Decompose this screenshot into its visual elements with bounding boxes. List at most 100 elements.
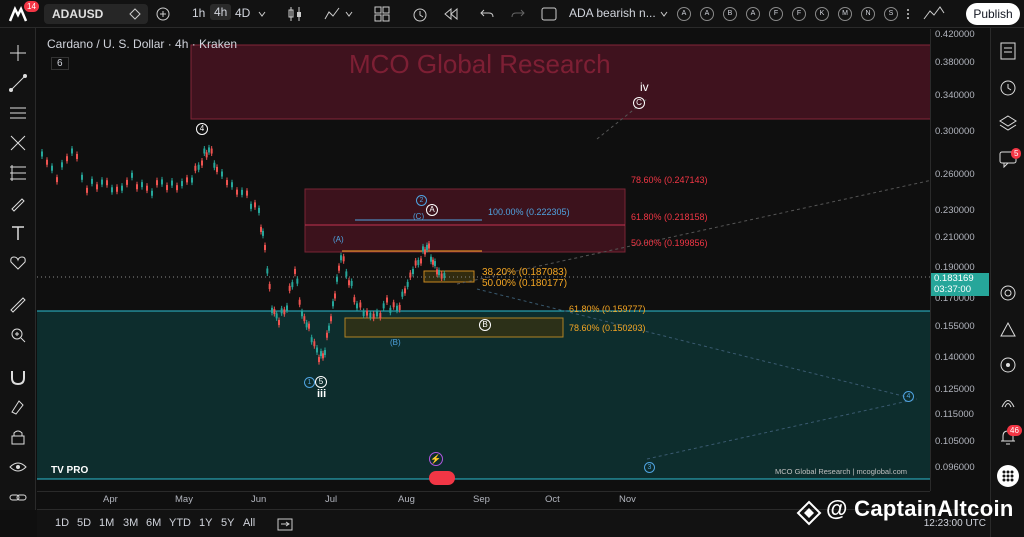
wave-pattern-icon[interactable]: [922, 3, 946, 25]
fib-tool-icon[interactable]: [9, 164, 27, 182]
compare-icon[interactable]: [128, 7, 142, 21]
trendline-icon[interactable]: [9, 74, 27, 92]
candle-body: [106, 180, 108, 186]
candle-body: [216, 166, 218, 172]
layers-icon[interactable]: [999, 114, 1017, 132]
logo-badge: 14: [24, 1, 39, 12]
candle-body: [379, 313, 382, 319]
link-icon[interactable]: [9, 488, 27, 506]
candle-body: [258, 207, 260, 213]
heart-icon[interactable]: [9, 254, 27, 272]
circle-button-s[interactable]: S: [884, 7, 898, 21]
candle-body: [250, 203, 252, 209]
chat-badge: 5: [1011, 148, 1022, 159]
candle-body: [203, 148, 206, 154]
replay-icon[interactable]: [444, 7, 458, 21]
circle-button-k[interactable]: K: [815, 7, 829, 21]
publish-button[interactable]: Publish: [966, 3, 1020, 25]
candle-body: [303, 316, 306, 322]
candle-body: [414, 260, 417, 266]
interval-4h[interactable]: 4h: [210, 4, 232, 20]
circle-button-b[interactable]: B: [723, 7, 737, 21]
crosshair-icon[interactable]: [9, 44, 27, 62]
range-6m[interactable]: 6M: [146, 517, 161, 529]
drawing-toolbar: [0, 28, 36, 510]
candle-body: [432, 259, 434, 265]
pitchfork-icon[interactable]: [9, 134, 27, 152]
target-icon[interactable]: [999, 284, 1017, 302]
fib-label: 61.80% (0.218158): [631, 212, 708, 222]
price-axis[interactable]: 0.420000 0.380000 0.340000 0.300000 0.26…: [930, 29, 990, 491]
range-ytd[interactable]: YTD: [169, 517, 191, 529]
alarm-clock-icon[interactable]: [999, 78, 1017, 96]
brush-icon[interactable]: [9, 194, 27, 212]
undo-icon[interactable]: [480, 7, 494, 21]
layouts-icon[interactable]: [374, 6, 390, 22]
circle-button-m[interactable]: M: [838, 7, 852, 21]
candle-body: [336, 276, 338, 282]
circle-button-a1[interactable]: A: [677, 7, 691, 21]
ruler-icon[interactable]: [9, 296, 27, 314]
candle-body: [298, 299, 301, 305]
range-3m[interactable]: 3M: [123, 517, 138, 529]
streams-icon[interactable]: [999, 356, 1017, 374]
ideas-icon[interactable]: [999, 320, 1017, 338]
more-icon[interactable]: [905, 8, 911, 20]
indicators-icon[interactable]: [324, 6, 340, 22]
candle-body: [404, 288, 406, 294]
range-1d[interactable]: 1D: [55, 517, 69, 529]
circle-button-f1[interactable]: F: [769, 7, 783, 21]
layout-save-icon[interactable]: [541, 6, 557, 22]
lightning-event-icon[interactable]: ⚡: [429, 452, 443, 466]
lock-drawings-icon[interactable]: [9, 398, 27, 416]
chart-canvas[interactable]: Cardano / U. S. Dollar · 4h · Kraken 6 M…: [37, 29, 930, 491]
candle-body: [126, 179, 128, 185]
wave-c-label: C: [633, 97, 645, 109]
layout-name[interactable]: ADA bearish n...: [569, 6, 656, 20]
candle-body: [440, 273, 443, 279]
circle-button-a3[interactable]: A: [746, 7, 760, 21]
candle-body: [236, 189, 238, 195]
interval-1h[interactable]: 1h: [192, 6, 205, 20]
alert-icon[interactable]: [411, 5, 429, 23]
range-1m[interactable]: 1M: [99, 517, 114, 529]
horizontal-lines-icon[interactable]: [9, 104, 27, 122]
candle-body: [389, 307, 392, 313]
chevron-down-icon[interactable]: [660, 10, 668, 18]
eye-icon[interactable]: [9, 458, 27, 476]
magnet-icon[interactable]: [9, 368, 27, 386]
text-tool-icon[interactable]: [9, 224, 27, 242]
chevron-down-icon[interactable]: [258, 10, 266, 18]
watchlist-icon[interactable]: [999, 42, 1017, 60]
candle-body: [241, 189, 243, 195]
price-tick: 0.340000: [935, 90, 975, 101]
indicator-count[interactable]: 6: [51, 57, 69, 70]
interval-4d[interactable]: 4D: [235, 6, 250, 20]
circle-button-n[interactable]: N: [861, 7, 875, 21]
range-1y[interactable]: 1Y: [199, 517, 212, 529]
candle-body: [254, 202, 256, 208]
apps-menu-icon[interactable]: [996, 464, 1020, 488]
wave-4-blue-label: 4: [903, 391, 914, 402]
candles-icon[interactable]: [288, 6, 302, 22]
redo-icon[interactable]: [511, 7, 525, 21]
signal-icon[interactable]: [999, 392, 1017, 410]
time-tick: May: [175, 494, 193, 505]
zoom-in-icon[interactable]: [9, 326, 27, 344]
price-tick: 0.115000: [935, 409, 974, 420]
circle-button-f2[interactable]: F: [792, 7, 806, 21]
range-5y[interactable]: 5Y: [221, 517, 234, 529]
lock-icon[interactable]: [9, 428, 27, 446]
chart-svg[interactable]: [37, 29, 930, 491]
range-5d[interactable]: 5D: [77, 517, 91, 529]
circle-button-a2[interactable]: A: [700, 7, 714, 21]
economic-event-icon[interactable]: [429, 471, 455, 485]
price-tick: 0.096000: [935, 462, 975, 473]
date-range-icon[interactable]: [277, 517, 293, 531]
price-tick: 0.300000: [935, 126, 975, 137]
candle-body: [151, 190, 153, 196]
candle-body: [186, 177, 188, 183]
chevron-down-icon[interactable]: [345, 10, 353, 18]
add-symbol-icon[interactable]: [156, 7, 170, 21]
range-all[interactable]: All: [243, 517, 255, 529]
